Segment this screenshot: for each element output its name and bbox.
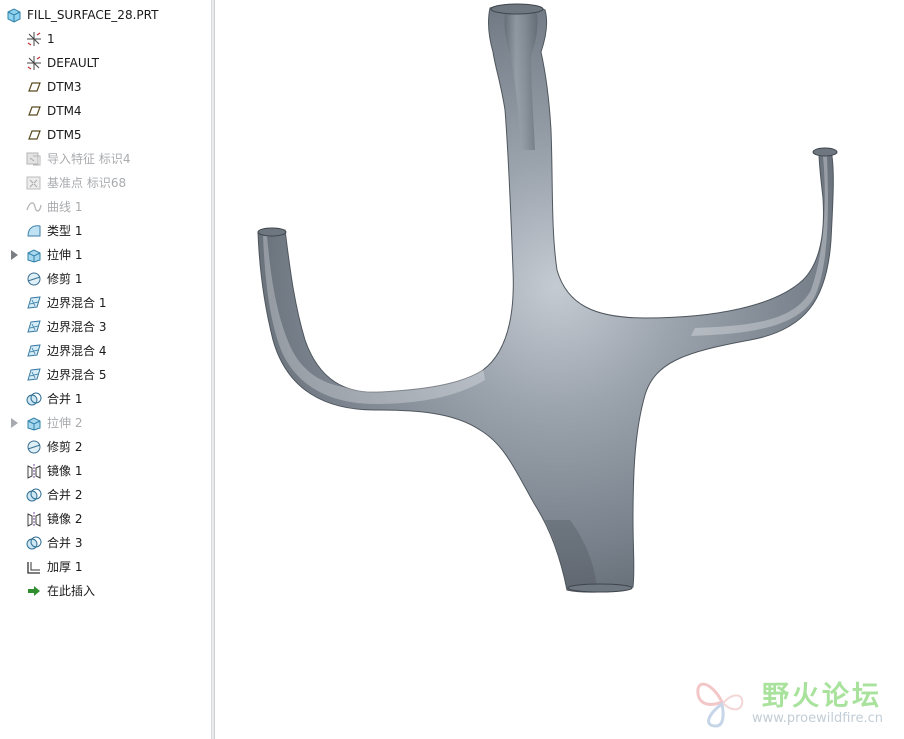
tree-item[interactable]: 拉伸 1	[0, 244, 210, 266]
tree-item[interactable]: DTM5	[0, 124, 210, 146]
tree-item-label: 边界混合 3	[47, 320, 107, 334]
tree-item-label: 边界混合 5	[47, 368, 107, 382]
tree-item-label: 合并 2	[47, 488, 83, 502]
tree-item[interactable]: 基准点 标识68	[0, 172, 210, 194]
tree-item[interactable]: 在此插入	[0, 580, 210, 602]
curve-icon	[25, 198, 43, 216]
tree-item-label: 拉伸 2	[47, 416, 83, 430]
mirror-icon	[25, 510, 43, 528]
tree-item[interactable]: 合并 2	[0, 484, 210, 506]
import-feature-icon	[25, 150, 43, 168]
top-tube-opening	[490, 3, 544, 15]
boundary-blend-icon	[25, 366, 43, 384]
style-surface-icon	[25, 222, 43, 240]
tree-item[interactable]: 边界混合 4	[0, 340, 210, 362]
tree-item[interactable]: 1	[0, 28, 210, 50]
merge-icon	[25, 390, 43, 408]
expand-arrow-icon[interactable]	[11, 250, 18, 260]
model-tree: FILL_SURFACE_28.PRT 1 DEFAULT DTM3 DTM4 DTM5 导…	[0, 0, 211, 739]
tree-item-label: DTM3	[47, 80, 82, 94]
trim-icon	[25, 270, 43, 288]
tree-item-label: 基准点 标识68	[47, 176, 127, 190]
tree-item[interactable]: 边界混合 3	[0, 316, 210, 338]
watermark: 野火论坛 www.proewildfire.cn	[690, 672, 900, 734]
graphics-area[interactable]: 野火论坛 www.proewildfire.cn	[215, 0, 904, 739]
trim-icon	[25, 438, 43, 456]
tree-item[interactable]: 边界混合 1	[0, 292, 210, 314]
right-tube-opening	[812, 147, 838, 157]
tree-root-item[interactable]: FILL_SURFACE_28.PRT	[0, 4, 210, 26]
merge-icon	[25, 534, 43, 552]
butterfly-logo-icon	[696, 682, 744, 728]
tree-item-label: 拉伸 1	[47, 248, 83, 262]
expand-arrow-icon[interactable]	[11, 418, 18, 428]
tree-item[interactable]: DTM4	[0, 100, 210, 122]
tree-item-label: 合并 1	[47, 392, 83, 406]
tree-item[interactable]: 合并 1	[0, 388, 210, 410]
tree-item-label: DEFAULT	[47, 56, 99, 70]
tree-item-label: 边界混合 1	[47, 296, 107, 310]
tree-item[interactable]: DTM3	[0, 76, 210, 98]
merge-icon	[25, 486, 43, 504]
thicken-icon	[25, 558, 43, 576]
mirror-icon	[25, 462, 43, 480]
tree-item[interactable]: 修剪 2	[0, 436, 210, 458]
tree-item-label: 修剪 2	[47, 440, 83, 454]
part-icon	[5, 6, 23, 24]
tree-item-label: 加厚 1	[47, 560, 83, 574]
tree-item-label: 修剪 1	[47, 272, 83, 286]
tree-item-label: DTM4	[47, 104, 82, 118]
tree-item-label: 在此插入	[47, 584, 96, 598]
watermark-title: 野火论坛	[762, 681, 882, 712]
bottom-tube-opening	[567, 583, 633, 593]
datum-plane-icon	[25, 102, 43, 120]
tree-item[interactable]: 合并 3	[0, 532, 210, 554]
tree-item-label: 合并 3	[47, 536, 83, 550]
tree-item-label: 边界混合 4	[47, 344, 107, 358]
tree-item[interactable]: 边界混合 5	[0, 364, 210, 386]
tree-item[interactable]: 类型 1	[0, 220, 210, 242]
tree-item-label: FILL_SURFACE_28.PRT	[27, 8, 159, 22]
tree-item[interactable]: 加厚 1	[0, 556, 210, 578]
insert-here-arrow-icon	[25, 582, 43, 600]
tree-item-label: 镜像 2	[47, 512, 83, 526]
tree-item[interactable]: 导入特征 标识4	[0, 148, 210, 170]
boundary-blend-icon	[25, 294, 43, 312]
datum-plane-icon	[25, 126, 43, 144]
coordinate-system-icon	[25, 30, 43, 48]
coordinate-system-icon	[25, 54, 43, 72]
tree-item[interactable]: 修剪 1	[0, 268, 210, 290]
watermark-url: www.proewildfire.cn	[752, 711, 883, 726]
tree-item[interactable]: 曲线 1	[0, 196, 210, 218]
tree-item-label: DTM5	[47, 128, 82, 142]
model-body	[257, 3, 834, 593]
tree-item[interactable]: 拉伸 2	[0, 412, 210, 434]
tree-item-label: 曲线 1	[47, 200, 83, 214]
tree-item-label: 1	[47, 32, 55, 46]
extrude-icon	[25, 246, 43, 264]
tree-item-label: 镜像 1	[47, 464, 83, 478]
boundary-blend-icon	[25, 318, 43, 336]
extrude-icon	[25, 414, 43, 432]
tree-item-label: 类型 1	[47, 224, 83, 238]
tree-item[interactable]: 镜像 1	[0, 460, 210, 482]
datum-point-icon	[25, 174, 43, 192]
tree-item[interactable]: DEFAULT	[0, 52, 210, 74]
left-tube-opening	[257, 227, 287, 237]
boundary-blend-icon	[25, 342, 43, 360]
tree-item-label: 导入特征 标识4	[47, 152, 131, 166]
3d-model-view[interactable]	[215, 0, 904, 739]
datum-plane-icon	[25, 78, 43, 96]
tree-item[interactable]: 镜像 2	[0, 508, 210, 530]
